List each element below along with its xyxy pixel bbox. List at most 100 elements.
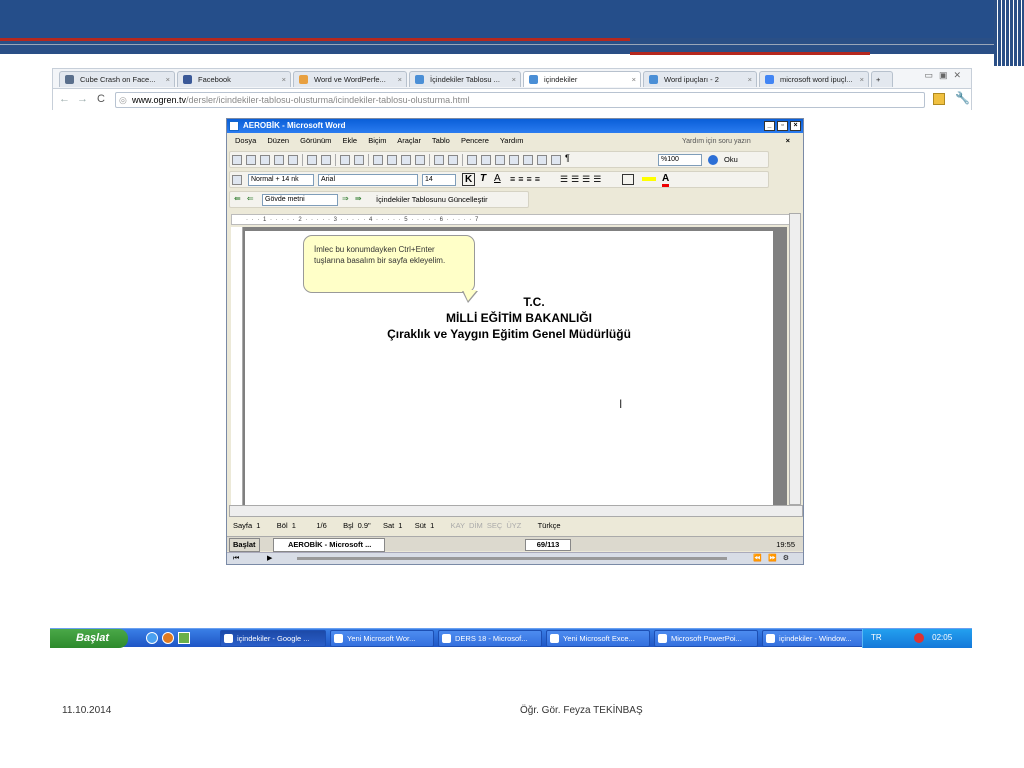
player-nav-icons[interactable]: ⏪⏩⚙ (753, 553, 795, 565)
zoom-select[interactable]: %100 (658, 154, 702, 166)
copy-icon[interactable] (387, 155, 397, 165)
outline-level-select[interactable]: Gövde metni (262, 194, 338, 206)
font-size-select[interactable]: 14 (422, 174, 456, 186)
inner-start-button[interactable]: Başlat (229, 538, 260, 552)
undo-icon[interactable] (434, 155, 444, 165)
drawing-icon[interactable] (537, 155, 547, 165)
reload-icon[interactable]: C (97, 93, 105, 105)
bold-button[interactable]: K (462, 173, 476, 186)
close-icon[interactable]: × (632, 72, 636, 87)
window-controls[interactable]: ▭▣✕ (924, 70, 967, 81)
url-field[interactable]: ◎ www.ogren.tv/dersler/icindekiler-tablos… (115, 92, 925, 108)
tables-borders-icon[interactable] (481, 155, 491, 165)
insert-table-icon[interactable] (495, 155, 505, 165)
maximize-button[interactable]: ▫ (777, 121, 788, 131)
format-painter-icon[interactable] (415, 155, 425, 165)
alignment-buttons[interactable]: ≡≡≡≡ (510, 174, 543, 184)
excel-icon[interactable] (509, 155, 519, 165)
print-preview-icon[interactable] (321, 155, 331, 165)
firefox-icon[interactable] (162, 632, 174, 644)
menu-araclar[interactable]: Araçlar (397, 136, 421, 145)
menu-dosya[interactable]: Dosya (235, 136, 256, 145)
ie-icon[interactable] (146, 632, 158, 644)
player-rewind-icon[interactable]: ⏮ (233, 553, 239, 565)
taskbar-button[interactable]: DERS 18 - Microsof... (438, 630, 542, 647)
tray-opera-icon[interactable] (913, 632, 924, 643)
style-select[interactable]: Normal + 14 nk (248, 174, 314, 186)
taskbar-button[interactable]: içindekiler - Window... (762, 630, 866, 647)
update-toc-button[interactable]: İçindekiler Tablosunu Güncelleştir (376, 194, 488, 206)
italic-button[interactable]: T (480, 173, 486, 184)
close-icon[interactable]: × (748, 72, 752, 87)
minimize-button[interactable]: _ (764, 121, 775, 131)
permission-icon[interactable] (274, 155, 284, 165)
extension-icon[interactable] (933, 93, 945, 105)
new-tab-button[interactable]: + (871, 71, 893, 87)
browser-tab[interactable]: Word ipuçları - 2 × (643, 71, 757, 87)
email-icon[interactable] (288, 155, 298, 165)
close-icon[interactable]: × (166, 72, 170, 87)
research-icon[interactable] (354, 155, 364, 165)
quicklaunch-icon[interactable] (178, 632, 190, 644)
print-icon[interactable] (307, 155, 317, 165)
doc-map-icon[interactable] (551, 155, 561, 165)
close-icon[interactable]: × (282, 72, 286, 87)
hyperlink-icon[interactable] (467, 155, 477, 165)
close-doc-icon[interactable]: × (786, 134, 790, 147)
pilcrow-icon[interactable]: ¶ (565, 153, 570, 163)
browser-tab[interactable]: Facebook × (177, 71, 291, 87)
demote-icon[interactable]: ⇒ ⇛ (342, 194, 364, 203)
menu-bicim[interactable]: Biçim (368, 136, 386, 145)
help-search-box[interactable]: Yardım için soru yazın (682, 135, 772, 146)
inner-task-button[interactable]: AEROBİK - Microsoft ... (273, 538, 385, 552)
taskbar-button[interactable]: Microsoft PowerPoi... (654, 630, 758, 647)
close-icon[interactable]: × (398, 72, 402, 87)
styles-pane-icon[interactable] (232, 175, 242, 185)
taskbar-button[interactable]: Yeni Microsoft Wor... (330, 630, 434, 647)
cut-icon[interactable] (373, 155, 383, 165)
menu-tablo[interactable]: Tablo (432, 136, 450, 145)
spelling-icon[interactable] (340, 155, 350, 165)
status-ext[interactable]: SEÇ (487, 521, 502, 530)
browser-tab[interactable]: Cube Crash on Face... × (59, 71, 175, 87)
back-arrow-icon[interactable]: ← (59, 93, 70, 105)
paste-icon[interactable] (401, 155, 411, 165)
forward-arrow-icon[interactable]: → (77, 93, 88, 105)
close-icon[interactable]: × (860, 72, 864, 87)
taskbar-button[interactable]: içindekiler - Google ... (220, 630, 326, 647)
underline-button[interactable]: A (494, 173, 501, 184)
status-rec[interactable]: KAY (451, 521, 465, 530)
redo-icon[interactable] (448, 155, 458, 165)
columns-icon[interactable] (523, 155, 533, 165)
border-icon[interactable] (622, 174, 634, 185)
font-color-icon[interactable]: A (662, 173, 670, 187)
status-ovr[interactable]: ÜYZ (506, 521, 521, 530)
document-page[interactable]: İmlec bu konumdayken Ctrl+Enter tuşların… (245, 231, 773, 505)
language-indicator[interactable]: TR (871, 633, 882, 642)
list-indent-buttons[interactable]: ☰☰☰☰ (560, 174, 604, 185)
open-icon[interactable] (246, 155, 256, 165)
horizontal-scrollbar[interactable] (229, 505, 803, 517)
help-icon[interactable] (708, 155, 718, 165)
player-play-icon[interactable]: ▶ (267, 553, 272, 565)
menu-duzen[interactable]: Düzen (267, 136, 289, 145)
taskbar-button[interactable]: Yeni Microsoft Exce... (546, 630, 650, 647)
promote-icon[interactable]: ⇚ ⇐ (234, 194, 256, 203)
save-icon[interactable] (260, 155, 270, 165)
close-icon[interactable]: × (512, 72, 516, 87)
browser-tab[interactable]: İçindekiler Tablosu ... × (409, 71, 521, 87)
menu-pencere[interactable]: Pencere (461, 136, 489, 145)
vertical-scrollbar[interactable] (789, 213, 801, 505)
close-button[interactable]: × (790, 121, 801, 131)
wrench-icon[interactable]: 🔧 (955, 91, 970, 105)
highlight-icon[interactable] (642, 177, 656, 181)
menu-ekle[interactable]: Ekle (343, 136, 358, 145)
menu-yardim[interactable]: Yardım (500, 136, 524, 145)
browser-tab[interactable]: Word ve WordPerfe... × (293, 71, 407, 87)
browser-tab[interactable]: microsoft word ipuçl... × (759, 71, 869, 87)
menu-gorunum[interactable]: Görünüm (300, 136, 331, 145)
status-trk[interactable]: DİM (469, 521, 483, 530)
player-progress-track[interactable] (297, 557, 727, 560)
start-button[interactable]: Başlat (50, 629, 128, 648)
read-button[interactable]: Oku (724, 154, 738, 166)
